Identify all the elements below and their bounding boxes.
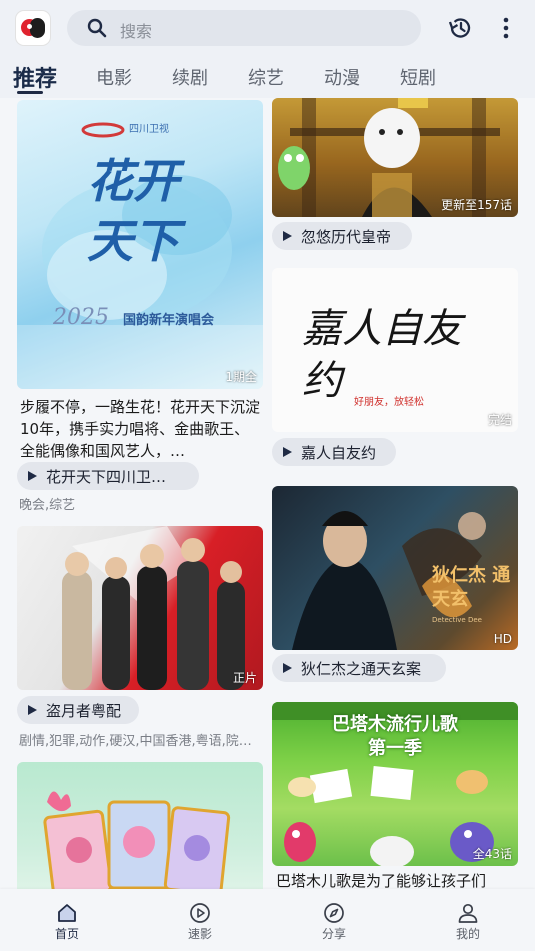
play-icon [283,447,292,457]
poster-brand: 四川卫视 [129,124,169,135]
card-description: 巴塔木儿歌是为了能够让孩子们 [276,872,487,889]
more-vertical-icon[interactable] [499,15,513,41]
episode-badge: 更新至157话 [441,198,512,212]
play-icon [283,663,292,673]
tab-variety[interactable]: 综艺 [248,64,284,90]
nav-quick-video[interactable]: 速影 [160,889,240,951]
nav-home-label: 首页 [54,927,79,941]
content-feed: 四川卫视 花开 天下 2025 国韵新年演唱会 1期全 步履不停，一路生花！花开… [0,98,535,889]
poster-huyou-emperor[interactable]: 更新至157话 [272,98,518,217]
bottom-navigation: 首页 速影 分享 我的 [0,889,535,951]
tab-movies[interactable]: 电影 [96,64,132,90]
card-title: 盗月者粤配 [46,702,122,720]
card-title: 嘉人自友约 [301,444,377,462]
poster-title-line1: 花开 [87,154,179,208]
poster-title-line2: 天下 [87,214,179,268]
history-icon[interactable] [447,15,473,41]
poster-title-line2: 第一季 [368,738,422,759]
episode-badge: 正片 [232,671,257,685]
poster-title: 狄仁杰 通天玄 [432,565,511,610]
nav-home[interactable]: 首页 [27,889,107,951]
poster-year: 2025 [53,305,109,330]
title-chip[interactable]: 嘉人自友约 [272,438,396,466]
tab-anime[interactable]: 动漫 [324,64,360,90]
tab-recommend[interactable]: 推荐 [13,61,57,93]
title-chip[interactable]: 忽悠历代皇帝 [272,222,412,250]
active-tab-indicator [17,91,43,94]
poster-jiaren-ziyouyue[interactable]: 嘉人自友约 好朋友，放轻松 完结 [272,268,518,432]
play-circle-icon [190,903,210,923]
poster-card-game[interactable] [17,762,263,889]
search-icon [87,18,107,38]
poster-art [62,526,245,690]
nav-share[interactable]: 分享 [294,889,374,951]
nav-profile-label: 我的 [455,927,480,941]
card-title: 狄仁杰之通天玄案 [301,660,422,678]
play-icon [28,471,37,481]
play-icon [283,231,292,241]
poster-batamu-songs[interactable]: 巴塔木流行儿歌 第一季 全43话 [272,702,518,866]
episode-badge: 全43话 [472,847,512,861]
search-placeholder: 搜索 [120,22,153,41]
quality-badge: HD [493,632,512,646]
poster-slogan: 好朋友，放轻松 [354,397,424,408]
play-icon [28,705,37,715]
tab-short-drama[interactable]: 短剧 [400,64,436,90]
title-chip[interactable]: 盗月者粤配 [17,696,139,724]
tab-series[interactable]: 续剧 [172,64,208,90]
card-tags: 剧情,犯罪,动作,硬汉,中国香港,粤语,院… [19,734,252,749]
category-tabs: 推荐 电影 续剧 综艺 动漫 短剧 [0,56,535,98]
poster-calligraphy: 嘉人自友约 [302,306,462,404]
card-title: 花开天下四川卫… [46,468,167,486]
nav-share-label: 分享 [321,927,346,941]
card-tags: 晚会,综艺 [19,498,76,513]
top-bar: 搜索 [0,0,535,56]
nav-profile[interactable]: 我的 [428,889,508,951]
episode-badge: 完结 [487,413,512,427]
app-logo-icon[interactable] [16,11,50,45]
profile-icon [458,903,478,923]
poster-subtitle: 国韵新年演唱会 [123,313,215,328]
search-input[interactable]: 搜索 [67,10,421,46]
poster-en-title: Detective Dee [432,616,482,624]
poster-huakai-tianxia[interactable]: 四川卫视 花开 天下 2025 国韵新年演唱会 1期全 [17,100,263,389]
title-chip[interactable]: 狄仁杰之通天玄案 [272,654,446,682]
title-chip[interactable]: 花开天下四川卫… [17,462,199,490]
poster-title-line1: 巴塔木流行儿歌 [332,714,458,735]
compass-icon [324,903,344,923]
poster-daoyuezhe[interactable]: 正片 [17,526,263,690]
nav-quick-video-label: 速影 [187,927,212,941]
card-description: 步履不停，一路生花！花开天下沉淀10年，携手实力唱将、金曲歌王、全能偶像和国风艺… [20,398,261,460]
card-title: 忽悠历代皇帝 [301,228,392,246]
episode-badge: 1期全 [225,370,257,384]
poster-art [43,791,231,889]
poster-diranjie[interactable]: 狄仁杰 通天玄 Detective Dee HD [272,486,518,650]
home-icon [58,904,76,922]
